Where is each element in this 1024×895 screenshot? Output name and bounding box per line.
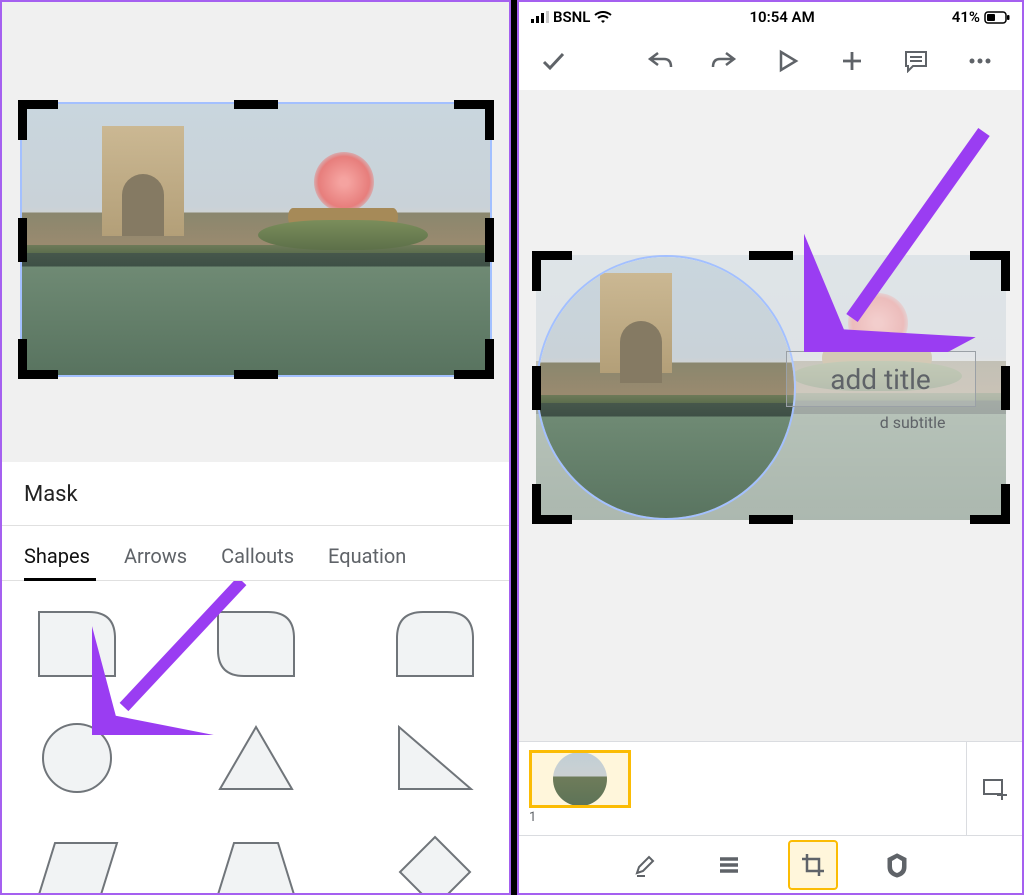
shape-triangle[interactable] <box>211 719 301 797</box>
shape-oval[interactable] <box>32 719 122 797</box>
shape-parallelogram[interactable] <box>32 833 122 895</box>
signal-icon <box>531 11 549 23</box>
image-arch-shape <box>102 126 184 236</box>
image-fountain-shape <box>278 160 408 250</box>
bottom-toolbar <box>519 835 1022 893</box>
title-placeholder-text: add title <box>830 363 931 396</box>
image-crop-canvas[interactable] <box>2 2 509 462</box>
slide-image-wrap[interactable]: add title d subtitle <box>536 255 1006 520</box>
right-screen: BSNL 10:54 AM 41% <box>517 0 1024 895</box>
crop-handle-bottom[interactable] <box>749 515 793 524</box>
crop-handle-right[interactable] <box>485 218 494 262</box>
left-screen: Mask Shapes Arrows Callouts Equation <box>0 0 511 895</box>
crop-handle-bottom-left[interactable] <box>532 480 576 524</box>
slide-thumbnail[interactable] <box>529 750 631 808</box>
crop-handle-top[interactable] <box>234 100 278 109</box>
slide-canvas[interactable]: add title d subtitle <box>519 90 1022 741</box>
crop-handle-top-right[interactable] <box>966 251 1010 295</box>
battery-icon <box>984 11 1010 24</box>
redo-button[interactable] <box>700 37 748 85</box>
comment-button[interactable] <box>892 37 940 85</box>
top-toolbar <box>519 32 1022 90</box>
crop-handle-right[interactable] <box>1001 366 1010 410</box>
tab-callouts[interactable]: Callouts <box>221 526 294 580</box>
done-button[interactable] <box>529 37 577 85</box>
edit-button[interactable] <box>620 840 670 890</box>
shape-right-triangle[interactable] <box>390 719 480 797</box>
filmstrip: 1 <box>519 741 1022 835</box>
crop-handle-left[interactable] <box>18 218 27 262</box>
shape-diamond[interactable] <box>390 833 480 895</box>
crop-handle-left[interactable] <box>532 366 541 410</box>
mask-tab-bar: Shapes Arrows Callouts Equation <box>2 526 509 581</box>
carrier-label: BSNL <box>553 8 590 26</box>
add-button[interactable] <box>828 37 876 85</box>
present-button[interactable] <box>764 37 812 85</box>
status-right-group: 41% <box>952 8 1010 26</box>
panel-title: Mask <box>2 462 509 526</box>
undo-button[interactable] <box>636 37 684 85</box>
crop-handle-top-right[interactable] <box>450 100 494 144</box>
title-placeholder-box[interactable]: add title <box>786 351 976 407</box>
shape-round-same-side-corner-rectangle[interactable] <box>390 605 480 683</box>
crop-handle-top[interactable] <box>749 251 793 260</box>
mask-panel: Mask Shapes Arrows Callouts Equation <box>2 462 509 895</box>
crop-handle-bottom-left[interactable] <box>18 335 62 379</box>
more-button[interactable] <box>956 37 1004 85</box>
tab-equation[interactable]: Equation <box>328 526 406 580</box>
image-content <box>22 104 490 375</box>
add-slide-button[interactable] <box>966 742 1022 836</box>
crop-button[interactable] <box>788 840 838 890</box>
crop-handle-top-left[interactable] <box>18 100 62 144</box>
status-left-group: BSNL <box>531 8 612 26</box>
wifi-icon <box>594 11 612 24</box>
battery-percent-label: 41% <box>952 8 980 26</box>
tab-arrows[interactable]: Arrows <box>124 526 187 580</box>
shape-round-single-corner-rectangle[interactable] <box>32 605 122 683</box>
slide-number-label: 1 <box>529 810 631 825</box>
selected-image[interactable] <box>20 102 492 377</box>
slide-thumbnail-cell[interactable]: 1 <box>529 750 631 825</box>
mask-shape-button[interactable] <box>872 840 922 890</box>
shape-round-diagonal-corner-rectangle[interactable] <box>211 605 301 683</box>
status-bar: BSNL 10:54 AM 41% <box>519 2 1022 32</box>
crop-handle-bottom[interactable] <box>234 370 278 379</box>
text-style-button[interactable] <box>704 840 754 890</box>
subtitle-placeholder-text[interactable]: d subtitle <box>880 413 946 432</box>
crop-handle-top-left[interactable] <box>532 251 576 295</box>
clock-label: 10:54 AM <box>749 8 814 26</box>
thumbnail-oval-image <box>553 752 607 806</box>
crop-handle-bottom-right[interactable] <box>450 335 494 379</box>
crop-handle-bottom-right[interactable] <box>966 480 1010 524</box>
tab-shapes[interactable]: Shapes <box>24 526 90 580</box>
shape-trapezoid[interactable] <box>211 833 301 895</box>
shapes-grid <box>2 581 509 895</box>
